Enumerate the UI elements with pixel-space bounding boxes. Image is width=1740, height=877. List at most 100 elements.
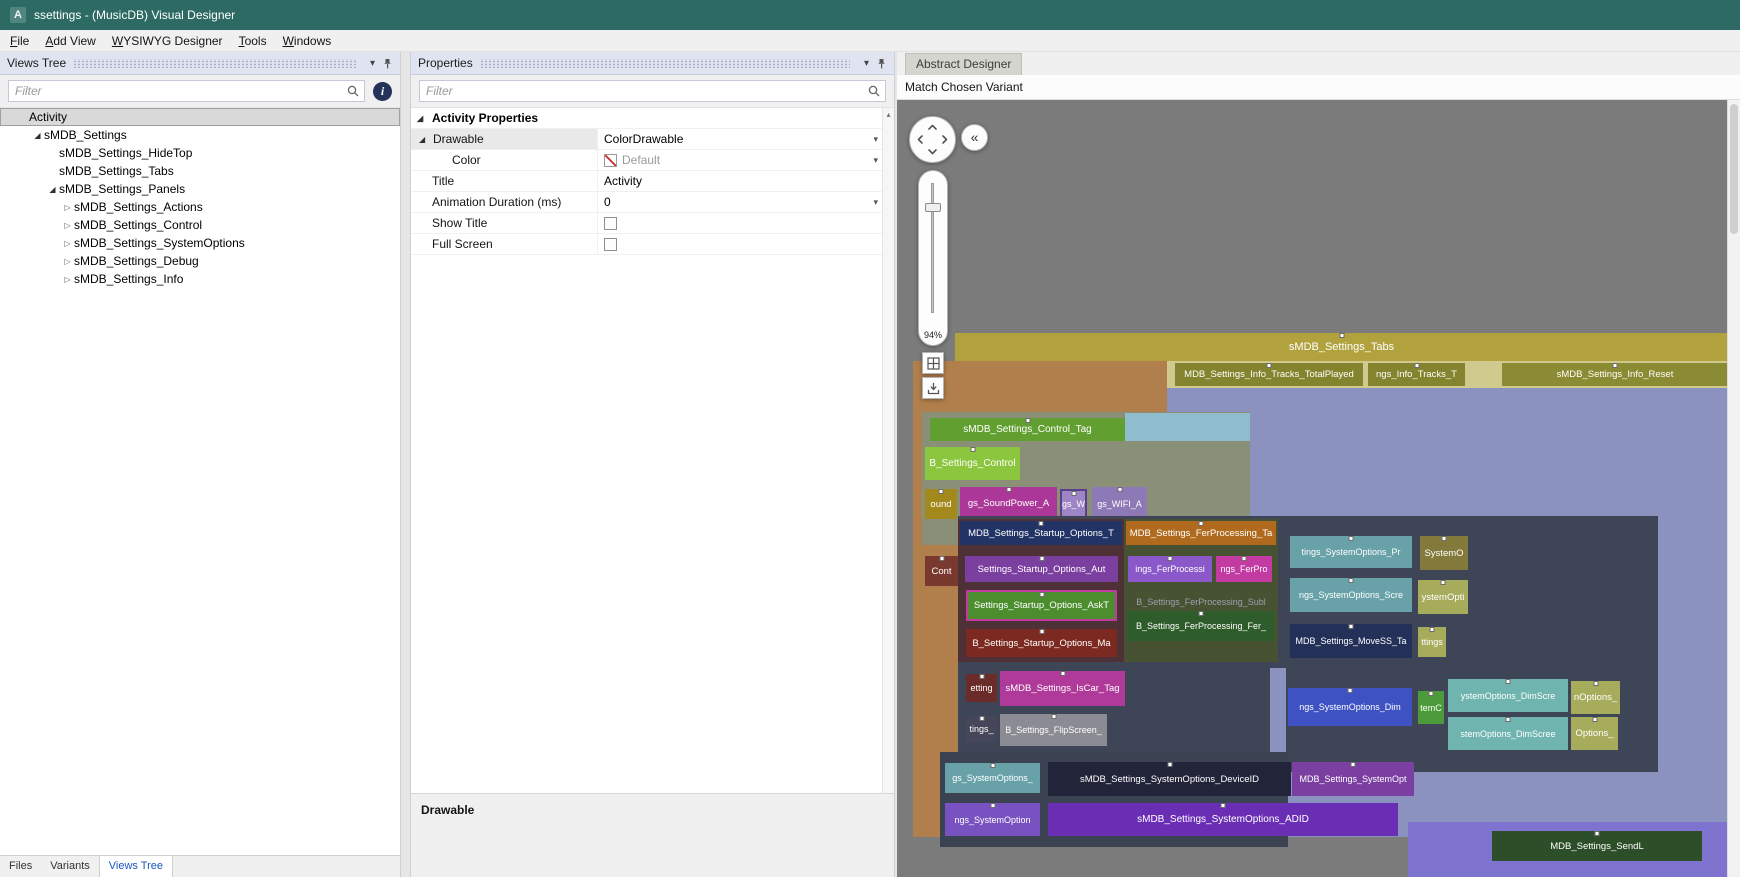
selection-handle[interactable] (1414, 363, 1419, 368)
selection-handle[interactable] (1071, 491, 1076, 496)
property-value-cell[interactable]: ColorDrawable ▾ (598, 129, 882, 149)
checkbox[interactable] (604, 216, 617, 230)
checkbox[interactable] (604, 237, 617, 251)
selection-handle[interactable] (970, 447, 975, 452)
collapse-icon[interactable]: ◢ (46, 185, 59, 194)
selection-handle[interactable] (1025, 418, 1030, 423)
design-box[interactable]: B_Settings_FerProcessing_Fer_ (1128, 611, 1274, 641)
selection-handle[interactable] (1220, 803, 1226, 808)
property-value-cell[interactable]: 0 ▾ (598, 192, 882, 212)
group-header[interactable]: MDB_Settings_FerProcessing_Ta (1126, 521, 1276, 545)
design-box[interactable]: ttings (1418, 627, 1446, 657)
design-box[interactable]: Settings_Startup_Options_Aut (965, 556, 1118, 582)
selection-handle[interactable] (1167, 762, 1172, 767)
menu-item[interactable]: File (2, 32, 37, 50)
design-box[interactable]: ystemOptions_DimScre (1448, 679, 1568, 712)
property-value-cell[interactable] (598, 234, 882, 254)
design-box[interactable]: B_Settings_Startup_Options_Ma (966, 629, 1117, 657)
canvas-scrollbar-thumb[interactable] (1730, 104, 1738, 234)
design-box[interactable]: SystemO (1420, 536, 1468, 570)
design-canvas[interactable]: sMDB_Settings_Tabs MDB_Settings_Info_Trac… (897, 100, 1740, 877)
fit-view-button[interactable] (922, 352, 944, 374)
menu-item[interactable]: Tools (231, 32, 275, 50)
panel-tab-variants[interactable]: Variants (41, 856, 99, 877)
design-box[interactable]: Options_ (1571, 717, 1618, 750)
selection-handle[interactable] (1505, 679, 1511, 684)
design-box[interactable]: ngs_SystemOptions_Dim (1288, 688, 1412, 726)
design-box[interactable]: stemOptions_DimScree (1448, 717, 1568, 750)
panel-tab-views-tree[interactable]: Views Tree (98, 856, 173, 877)
design-label[interactable]: B_Settings_FerProcessing_Subl (1128, 594, 1274, 610)
control-tag[interactable]: sMDB_Settings_Control_Tag (930, 418, 1125, 441)
selection-handle[interactable] (1039, 629, 1044, 634)
tabs-band[interactable]: sMDB_Settings_Tabs (955, 333, 1728, 361)
design-box[interactable]: MDB_Settings_SystemOpt (1292, 762, 1414, 796)
selection-handle[interactable] (1039, 556, 1044, 561)
design-box[interactable]: ngs_SystemOption (945, 803, 1040, 836)
selection-handle[interactable] (1038, 521, 1044, 526)
pin-icon[interactable] (382, 58, 393, 69)
info-box[interactable]: ngs_Info_Tracks_T (1368, 363, 1465, 386)
selection-handle[interactable] (979, 716, 984, 721)
tab-abstract-designer[interactable]: Abstract Designer (905, 53, 1023, 75)
design-box[interactable]: tings_SystemOptions_Pr (1290, 536, 1412, 568)
expand-icon[interactable]: ▷ (61, 275, 74, 284)
save-layout-button[interactable] (922, 377, 944, 399)
selection-handle[interactable] (1593, 681, 1598, 686)
design-box[interactable]: etting (966, 674, 997, 702)
design-box[interactable]: ound (925, 489, 957, 519)
selection-handle[interactable] (1167, 556, 1173, 561)
drag-texture[interactable] (479, 58, 850, 68)
expand-icon[interactable]: ▷ (61, 239, 74, 248)
info-box[interactable]: MDB_Settings_Info_Tracks_TotalPlayed (1175, 363, 1363, 386)
chevron-down-icon[interactable]: ▾ (864, 58, 869, 69)
collapse-icon[interactable]: ◢ (417, 114, 428, 123)
selection-handle[interactable] (1429, 627, 1435, 632)
selection-handle[interactable] (1060, 671, 1065, 676)
menu-item[interactable]: Windows (275, 32, 340, 50)
selection-handle[interactable] (1348, 536, 1354, 541)
selection-handle[interactable] (1198, 611, 1204, 616)
selection-handle[interactable] (939, 556, 944, 561)
tree-node[interactable]: ▷ sMDB_Settings_Actions (0, 198, 400, 216)
tree-node[interactable]: ◢ sMDB_Settings_Panels (0, 180, 400, 198)
design-box[interactable]: B_Settings_FlipScreen_ (1000, 714, 1107, 746)
selection-handle[interactable] (1592, 717, 1597, 722)
collapse-icon[interactable]: ◢ (31, 131, 44, 140)
expand-icon[interactable]: ▷ (61, 221, 74, 230)
tree-node[interactable]: Activity (0, 108, 400, 126)
design-box[interactable]: ngs_FerPro (1216, 556, 1272, 582)
design-box[interactable]: ings_FerProcessi (1128, 556, 1212, 582)
views-tree-filter-input[interactable] (9, 81, 364, 101)
design-box[interactable]: MDB_Settings_SendL (1492, 831, 1702, 861)
selection-handle[interactable] (1441, 536, 1447, 541)
tree-node[interactable]: ▷ sMDB_Settings_Debug (0, 252, 400, 270)
tree-node[interactable]: sMDB_Settings_Tabs (0, 162, 400, 180)
expand-icon[interactable]: ▷ (61, 257, 74, 266)
selection-handle[interactable] (1612, 363, 1618, 368)
design-box[interactable]: gs_W (1060, 489, 1087, 519)
menu-item[interactable]: WYSIWYG Designer (104, 32, 231, 50)
chevron-down-icon[interactable]: ▾ (873, 197, 878, 208)
tree-node[interactable]: ◢ sMDB_Settings (0, 126, 400, 144)
selection-handle[interactable] (1241, 556, 1247, 561)
selection-handle[interactable] (1440, 580, 1446, 585)
property-value-cell[interactable]: Default ▾ (598, 150, 882, 170)
property-value-cell[interactable] (598, 213, 882, 233)
design-box[interactable]: sMDB_Settings_SystemOptions_ADID (1048, 803, 1398, 836)
property-grid-scrollbar[interactable]: ▴ (882, 108, 894, 793)
selection-handle[interactable] (1006, 487, 1011, 492)
chevron-down-icon[interactable]: ▾ (873, 155, 878, 166)
expand-icon[interactable]: ▷ (61, 203, 74, 212)
chevron-down-icon[interactable]: ▾ (873, 134, 878, 145)
search-icon[interactable] (346, 84, 360, 103)
design-box[interactable]: nOptions_ (1571, 681, 1620, 714)
design-box[interactable]: ystemOpti (1418, 580, 1468, 614)
design-box[interactable]: sMDB_Settings_IsCar_Tag (1000, 671, 1125, 706)
design-box[interactable]: MDB_Settings_MoveSS_Ta (1290, 624, 1412, 658)
selection-handle[interactable] (990, 763, 995, 768)
panel-tab-files[interactable]: Files (0, 856, 41, 877)
selection-handle[interactable] (1039, 592, 1044, 597)
selection-handle[interactable] (1428, 691, 1434, 696)
collapse-panel-button[interactable]: « (961, 124, 988, 151)
